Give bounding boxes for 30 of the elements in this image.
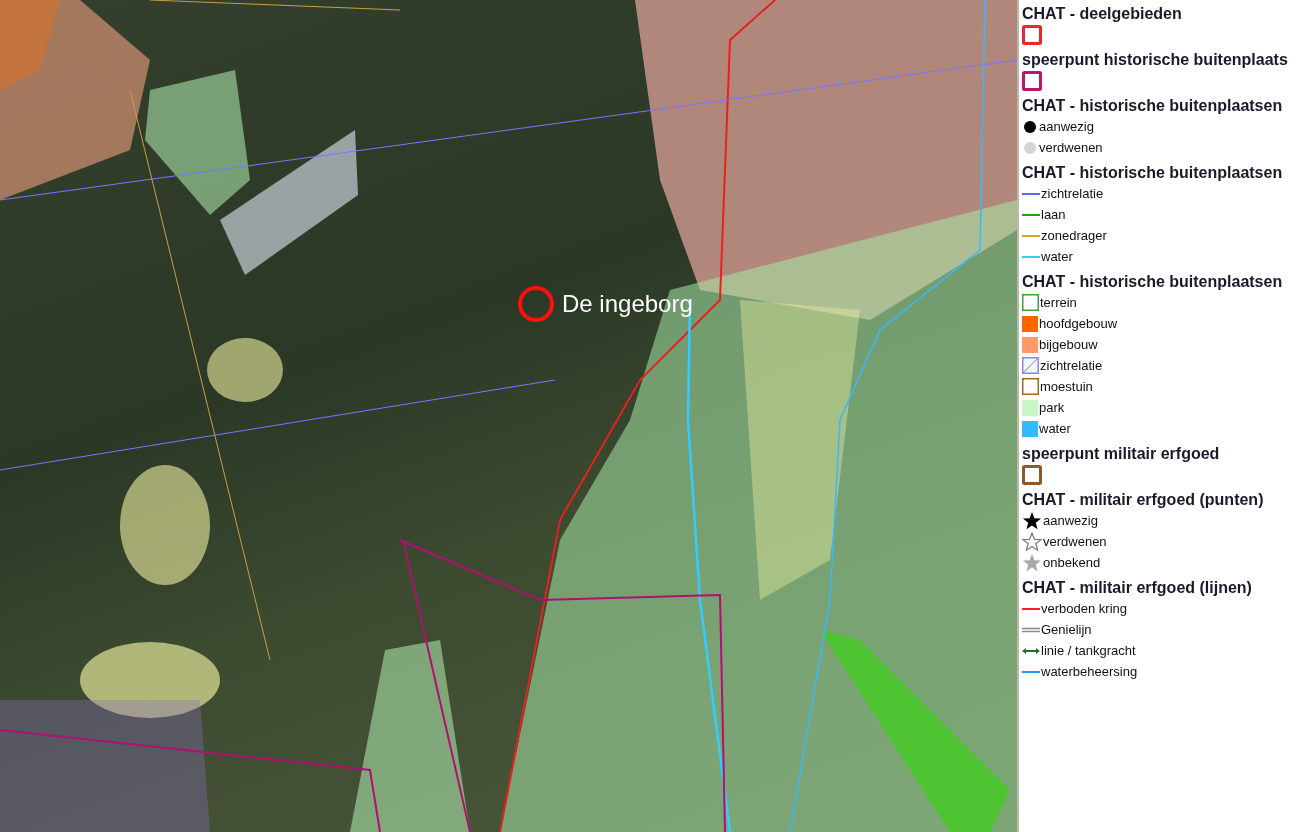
legend-label: aanwezig: [1043, 513, 1098, 528]
legend-label: onbekend: [1043, 555, 1101, 570]
legend-label: terrein: [1040, 295, 1077, 310]
legend-label: laan: [1041, 207, 1066, 222]
legend-label: verdwenen: [1043, 534, 1107, 549]
legend-heading: CHAT - militair erfgoed (punten): [1022, 490, 1265, 510]
legend-label: bijgebouw: [1039, 337, 1098, 352]
legend-label: zichtrelatie: [1041, 186, 1104, 201]
legend-heading: CHAT - deelgebieden: [1022, 4, 1183, 24]
place-label: De ingeborg: [562, 290, 693, 318]
legend-heading: CHAT - historische buitenplaatsen: [1022, 96, 1284, 116]
legend-label: hoofdgebouw: [1039, 316, 1118, 331]
legend-label: Genielijn: [1041, 622, 1092, 637]
location-marker-icon: [517, 285, 555, 323]
legend-label: waterbeheersing: [1041, 664, 1138, 679]
legend-label: verboden kring: [1041, 601, 1127, 616]
legend-heading: CHAT - historische buitenplaatsen: [1022, 272, 1284, 292]
legend-label: aanwezig: [1039, 119, 1094, 134]
legend-heading: CHAT - historische buitenplaatsen: [1022, 163, 1284, 183]
legend-label: zichtrelatie: [1040, 358, 1103, 373]
legend-heading: speerpunt militair erfgoed: [1022, 444, 1221, 464]
legend-label: zonedrager: [1041, 228, 1107, 243]
legend-label: water: [1039, 421, 1071, 436]
legend-heading: speerpunt historische buitenplaats: [1022, 50, 1289, 70]
legend-label: moestuin: [1040, 379, 1093, 394]
legend-label: park: [1039, 400, 1065, 415]
legend-label: linie / tankgracht: [1041, 643, 1136, 658]
legend-heading: CHAT - militair erfgoed (lijnen): [1022, 578, 1253, 598]
legend-label: verdwenen: [1039, 140, 1103, 155]
legend-label: water: [1041, 249, 1073, 264]
